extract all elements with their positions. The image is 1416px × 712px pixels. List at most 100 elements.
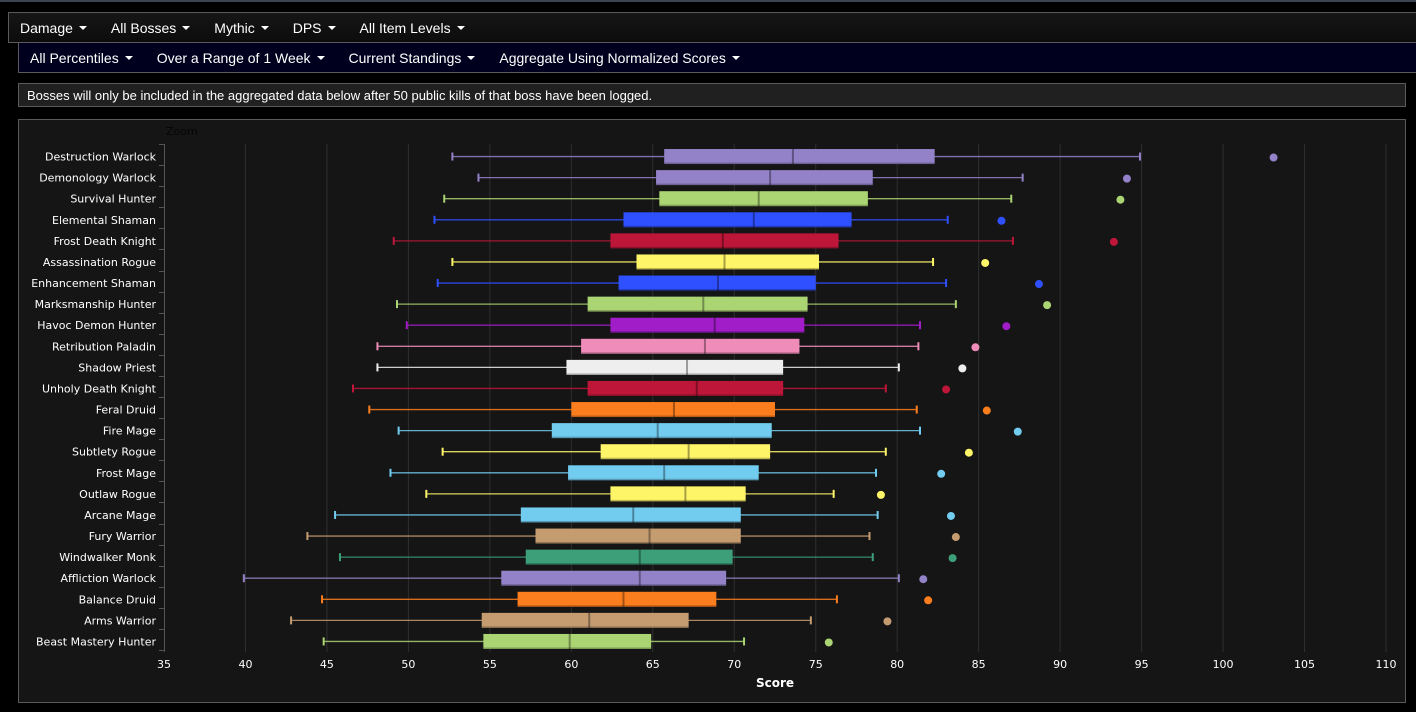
filter-standings-dropdown[interactable]: Current Standings: [337, 50, 488, 66]
box-row: [322, 633, 833, 649]
y-category-label: Arcane Mage: [84, 509, 156, 522]
x-tick-label: 100: [1213, 658, 1234, 671]
box-shadow: [520, 520, 741, 523]
dropdown-label: All Item Levels: [359, 19, 451, 36]
box-iqr: [610, 233, 839, 249]
boxplot-chart[interactable]: Zoom Destruction Warlock Demonology Warlo…: [19, 120, 1405, 702]
x-tick-label: 95: [1135, 658, 1149, 671]
filter-metric-dropdown[interactable]: Damage: [9, 20, 99, 36]
box-shadow: [501, 584, 727, 586]
y-category-label: Beast Mastery Hunter: [36, 635, 156, 648]
y-category-label: Arms Warrior: [84, 614, 156, 627]
y-category-label: Frost Mage: [96, 467, 156, 480]
chart-panel: Zoom Destruction Warlock Demonology Warlo…: [18, 119, 1406, 703]
x-tick-label: 105: [1294, 658, 1315, 671]
y-category-label: Unholy Death Knight: [42, 382, 157, 395]
dropdown-label: All Percentiles: [30, 49, 119, 66]
x-axis-title: Score: [756, 676, 794, 690]
box-row: [441, 444, 973, 460]
outlier-point: [1002, 322, 1011, 331]
outlier-point: [1269, 153, 1278, 162]
box-iqr: [587, 380, 784, 396]
y-category-label: Assassination Rogue: [43, 256, 156, 269]
outlier-point: [942, 385, 951, 394]
filter-aggregate-dropdown[interactable]: Aggregate Using Normalized Scores: [487, 50, 751, 66]
box-iqr: [610, 317, 805, 333]
y-category-label: Outlaw Rogue: [79, 488, 156, 501]
box-row: [451, 254, 990, 270]
box-row: [242, 570, 928, 586]
filter-boss-dropdown[interactable]: All Bosses: [99, 20, 202, 36]
box-iqr: [517, 591, 717, 607]
outlier-point: [1109, 237, 1118, 246]
dropdown-label: All Bosses: [110, 19, 177, 36]
outlier-point: [1116, 195, 1125, 204]
box-shadow: [587, 394, 784, 396]
box-row: [334, 507, 955, 523]
y-category-label: Shadow Priest: [78, 361, 156, 374]
x-tick-label: 70: [727, 658, 741, 671]
box-row: [306, 528, 960, 544]
box-shadow: [483, 647, 652, 649]
outlier-point: [982, 406, 991, 415]
x-tick-label: 65: [646, 658, 660, 671]
x-tick-label: 60: [564, 658, 578, 671]
box-iqr: [501, 570, 727, 586]
outlier-point: [997, 216, 1006, 225]
y-category-label: Balance Druid: [79, 593, 156, 606]
box-shadow: [587, 310, 808, 312]
outlier-point: [948, 554, 957, 563]
box-shadow: [535, 542, 741, 544]
box-iqr: [610, 486, 746, 502]
box-row: [397, 423, 1022, 439]
zoom-label[interactable]: Zoom: [166, 125, 198, 138]
box-shadow: [610, 246, 839, 249]
filter-bar-primary: Damage All Bosses Mythic DPS All Item Le…: [8, 12, 1416, 43]
box-iqr: [659, 191, 868, 207]
box-row: [376, 338, 980, 354]
y-category-label: Destruction Warlock: [45, 151, 157, 164]
box-iqr: [483, 633, 652, 649]
x-axis: 35 40 45 50 55 60 65 70 75 80 85 90 95 100 105 110: [157, 658, 1397, 671]
x-tick-label: 50: [401, 658, 415, 671]
box-iqr: [566, 359, 784, 375]
y-category-label: Elemental Shaman: [52, 214, 156, 227]
y-category-label: Fury Warrior: [89, 530, 157, 543]
dropdown-label: DPS: [292, 19, 322, 36]
box-iqr: [623, 212, 852, 228]
outlier-point: [971, 343, 980, 352]
filter-role-dropdown[interactable]: DPS: [281, 20, 348, 36]
box-row: [433, 212, 1006, 228]
outlier-point: [919, 575, 928, 584]
box-row: [392, 233, 1118, 249]
outlier-point: [1122, 174, 1131, 183]
y-category-label: Havoc Demon Hunter: [37, 319, 156, 332]
caret-down-icon: [731, 55, 740, 60]
box-iqr: [551, 423, 772, 439]
box-shadow: [610, 499, 746, 502]
caret-down-icon: [124, 55, 133, 60]
filter-range-dropdown[interactable]: Over a Range of 1 Week: [145, 50, 337, 66]
box-shadow: [581, 352, 800, 354]
box-row: [451, 149, 1278, 165]
filter-percentile-dropdown[interactable]: All Percentiles: [19, 50, 145, 66]
y-category-label: Subtlety Rogue: [72, 446, 156, 459]
y-category-label: Affliction Warlock: [61, 572, 157, 585]
x-tick-label: 55: [483, 658, 497, 671]
box-shadow: [517, 605, 717, 607]
x-tick-label: 40: [238, 658, 252, 671]
box-shadow: [656, 183, 873, 186]
x-tick-label: 75: [809, 658, 823, 671]
box-row: [477, 170, 1131, 186]
y-category-label: Survival Hunter: [70, 193, 156, 206]
filter-difficulty-dropdown[interactable]: Mythic: [202, 20, 280, 36]
filter-item-level-dropdown[interactable]: All Item Levels: [348, 20, 477, 36]
box-shadow: [636, 267, 819, 270]
box-shadow: [623, 225, 852, 228]
y-category-label: Windwalker Monk: [59, 551, 156, 564]
box-shadow: [664, 162, 935, 165]
y-category-label: Retribution Paladin: [52, 340, 156, 353]
outlier-point: [824, 638, 833, 647]
y-category-label: Frost Death Knight: [54, 235, 157, 248]
box-row: [405, 317, 1011, 333]
